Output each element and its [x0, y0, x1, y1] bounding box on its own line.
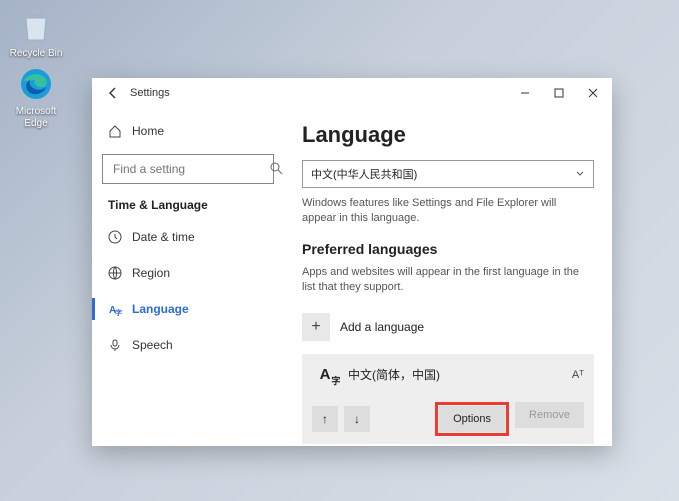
home-icon [108, 124, 122, 138]
plus-icon: + [302, 313, 330, 341]
desktop-icon-label: Microsoft Edge [6, 106, 66, 129]
desktop-icon-recycle-bin[interactable]: Recycle Bin [6, 6, 66, 60]
move-down-button[interactable]: ↓ [344, 406, 370, 432]
nav-label: Home [132, 124, 164, 138]
maximize-button[interactable] [542, 78, 576, 108]
sidebar-section-header: Time & Language [108, 198, 274, 212]
nav-speech[interactable]: Speech [102, 330, 274, 360]
nav-home[interactable]: Home [102, 116, 274, 146]
nav-label: Region [132, 266, 170, 280]
chevron-down-icon [575, 169, 585, 179]
nav-label: Speech [132, 338, 173, 352]
display-language-dropdown[interactable]: 中文(中华人民共和国) [302, 160, 594, 188]
add-language-button[interactable]: + Add a language [302, 310, 594, 344]
nav-language[interactable]: A字 Language [102, 294, 274, 324]
desktop-icon-label: Recycle Bin [6, 48, 66, 60]
close-button[interactable] [576, 78, 610, 108]
back-button[interactable] [106, 86, 120, 100]
minimize-button[interactable] [508, 78, 542, 108]
search-icon [270, 162, 283, 176]
add-language-label: Add a language [340, 320, 424, 334]
preferred-languages-description: Apps and websites will appear in the fir… [302, 265, 592, 296]
nav-label: Language [132, 302, 189, 316]
remove-button: Remove [515, 402, 584, 428]
options-button[interactable]: Options [439, 406, 505, 432]
globe-icon [108, 266, 122, 280]
language-card-selected[interactable]: A 中文(简体，中国) Aᵀ ↑ ↓ Options [302, 354, 594, 444]
display-language-description: Windows features like Settings and File … [302, 196, 592, 227]
options-highlight: Options [435, 402, 509, 436]
recycle-bin-icon [16, 6, 56, 46]
text-to-speech-icon: Aᵀ [572, 369, 584, 381]
dropdown-value: 中文(中华人民共和国) [311, 166, 417, 182]
language-icon: A字 [108, 302, 122, 316]
nav-region[interactable]: Region [102, 258, 274, 288]
nav-label: Date & time [132, 230, 195, 244]
preferred-languages-heading: Preferred languages [302, 241, 594, 257]
edge-icon [16, 64, 56, 104]
svg-text:字: 字 [115, 308, 122, 316]
page-title: Language [302, 122, 594, 148]
sidebar: Home Time & Language Date & time Region … [92, 108, 284, 446]
nav-date-time[interactable]: Date & time [102, 222, 274, 252]
move-up-button[interactable]: ↑ [312, 406, 338, 432]
language-glyph-icon: A [312, 362, 338, 388]
search-box[interactable] [102, 154, 274, 184]
search-input[interactable] [111, 161, 270, 177]
language-name: 中文(简体，中国) [348, 366, 440, 383]
settings-window: Settings Home Time & Language [92, 78, 612, 446]
content-pane: Language 中文(中华人民共和国) Windows features li… [284, 108, 612, 446]
titlebar: Settings [92, 78, 612, 108]
microphone-icon [108, 338, 122, 352]
desktop-icon-edge[interactable]: Microsoft Edge [6, 64, 66, 129]
clock-icon [108, 230, 122, 244]
window-title: Settings [130, 87, 170, 99]
